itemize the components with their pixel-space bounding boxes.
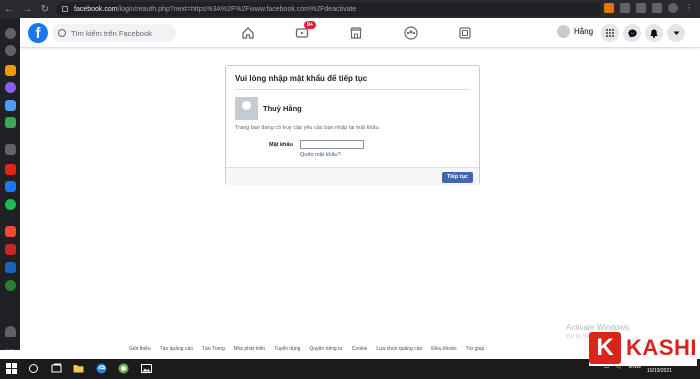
file-explorer-icon[interactable] bbox=[73, 363, 84, 374]
messenger-icon[interactable] bbox=[5, 82, 16, 93]
continue-button[interactable]: Tiếp tục bbox=[442, 172, 473, 183]
info-text: Trang bạn đang cố truy cập yêu cầu bạn n… bbox=[235, 125, 381, 131]
edge-icon[interactable] bbox=[96, 363, 107, 374]
extension-icon[interactable] bbox=[604, 3, 614, 13]
vtv-icon[interactable] bbox=[5, 244, 16, 255]
windows-start-icon[interactable] bbox=[6, 363, 17, 374]
menu-grid-icon[interactable] bbox=[601, 24, 619, 42]
extension-icons: ⋮ bbox=[604, 3, 694, 13]
menu-icon[interactable]: ⋮ bbox=[684, 3, 694, 13]
footer-link[interactable]: Tạo Trang bbox=[202, 346, 225, 352]
puzzle-icon[interactable] bbox=[652, 3, 662, 13]
profile-name: Hằng bbox=[574, 27, 594, 36]
watch-badge: 9+ bbox=[304, 21, 317, 29]
url-path: /login/reauth.php?next=https%3A%2F%2Fwww… bbox=[117, 5, 357, 13]
password-label: Mật khẩu bbox=[269, 142, 293, 148]
browser-sidebar: ⋯ bbox=[0, 18, 20, 354]
reauth-dialog: Vui lòng nhập mật khẩu để tiếp tục Thuỳ … bbox=[225, 65, 480, 185]
facebook-icon[interactable] bbox=[5, 181, 16, 192]
home-icon[interactable] bbox=[241, 26, 255, 40]
footer-link[interactable]: Trợ giúp bbox=[466, 346, 485, 352]
footer-link[interactable]: Cookie bbox=[352, 346, 368, 352]
gaming-icon[interactable] bbox=[458, 26, 472, 40]
soccer-icon[interactable] bbox=[5, 280, 16, 291]
profile-icon[interactable] bbox=[668, 3, 678, 13]
bell-icon[interactable] bbox=[5, 326, 16, 337]
forward-icon[interactable]: → bbox=[18, 4, 36, 15]
search-icon bbox=[58, 29, 66, 37]
user-avatar bbox=[235, 97, 258, 120]
settings-icon[interactable] bbox=[5, 28, 16, 39]
browser-toolbar: ← → ↻ facebook.com /login/reauth.php?nex… bbox=[0, 0, 700, 18]
dialog-footer: Tiếp tục bbox=[226, 167, 479, 185]
password-input[interactable] bbox=[300, 140, 364, 149]
taskbar-search-icon[interactable] bbox=[29, 364, 38, 373]
extension-icon[interactable] bbox=[636, 3, 646, 13]
groups-icon[interactable] bbox=[404, 26, 418, 40]
history-icon[interactable] bbox=[5, 45, 16, 56]
shopee-icon[interactable] bbox=[5, 226, 16, 237]
kashi-logo-text: KASHI bbox=[626, 335, 697, 360]
dialog-title: Vui lòng nhập mật khẩu để tiếp tục bbox=[235, 74, 368, 83]
avatar bbox=[557, 25, 570, 38]
browser-app-icon[interactable] bbox=[118, 363, 129, 374]
footer-link[interactable]: Nhà phát triển bbox=[234, 346, 265, 352]
extension-icon[interactable] bbox=[620, 3, 630, 13]
divider bbox=[235, 89, 470, 90]
facebook-logo-icon[interactable]: f bbox=[28, 23, 48, 43]
footer-link[interactable]: Tuyển dụng bbox=[274, 346, 300, 352]
messenger-icon[interactable] bbox=[623, 24, 641, 42]
game-icon[interactable] bbox=[5, 117, 16, 128]
marketplace-icon[interactable] bbox=[349, 26, 363, 40]
kashi-logo-mark: K bbox=[589, 332, 622, 364]
url-host: facebook.com bbox=[74, 5, 118, 13]
profile-button[interactable]: Hằng bbox=[557, 25, 593, 38]
chat-icon[interactable] bbox=[5, 100, 16, 111]
footer-links: Giới thiệu Tạo quảng cáo Tạo Trang Nhà p… bbox=[129, 346, 493, 352]
address-bar[interactable]: facebook.com /login/reauth.php?next=http… bbox=[56, 2, 602, 16]
forgot-password-link[interactable]: Quên mật khẩu? bbox=[300, 152, 341, 158]
reload-icon[interactable]: ↻ bbox=[36, 4, 54, 15]
facebook-header: f Tìm kiếm trên Facebook 9+ Hằng bbox=[20, 18, 700, 48]
crown-icon[interactable] bbox=[5, 65, 16, 76]
search-placeholder: Tìm kiếm trên Facebook bbox=[71, 28, 152, 38]
footer-link[interactable]: Giới thiệu bbox=[129, 346, 151, 352]
add-icon[interactable] bbox=[5, 144, 16, 155]
footer-link[interactable]: Quyền riêng tư bbox=[309, 346, 342, 352]
youtube-icon[interactable] bbox=[5, 164, 16, 175]
clock-date: 10/19/2021 bbox=[647, 368, 673, 374]
news-icon[interactable] bbox=[5, 262, 16, 273]
spotify-icon[interactable] bbox=[5, 199, 16, 210]
task-view-icon[interactable] bbox=[51, 363, 62, 374]
notifications-bell-icon[interactable] bbox=[645, 24, 663, 42]
photos-icon[interactable] bbox=[141, 363, 152, 374]
user-name: Thuỳ Hằng bbox=[263, 104, 302, 113]
lock-icon bbox=[62, 6, 68, 12]
footer-link[interactable]: Điều khoản bbox=[431, 346, 456, 352]
more-icon[interactable]: ⋯ bbox=[5, 344, 16, 355]
search-input[interactable]: Tìm kiếm trên Facebook bbox=[52, 24, 176, 42]
footer-link[interactable]: Tạo quảng cáo bbox=[160, 346, 193, 352]
account-dropdown-icon[interactable] bbox=[667, 24, 685, 42]
footer-link[interactable]: Lựa chọn quảng cáo bbox=[376, 346, 422, 352]
kashi-logo: K KASHI bbox=[589, 330, 697, 366]
back-icon[interactable]: ← bbox=[0, 4, 18, 15]
